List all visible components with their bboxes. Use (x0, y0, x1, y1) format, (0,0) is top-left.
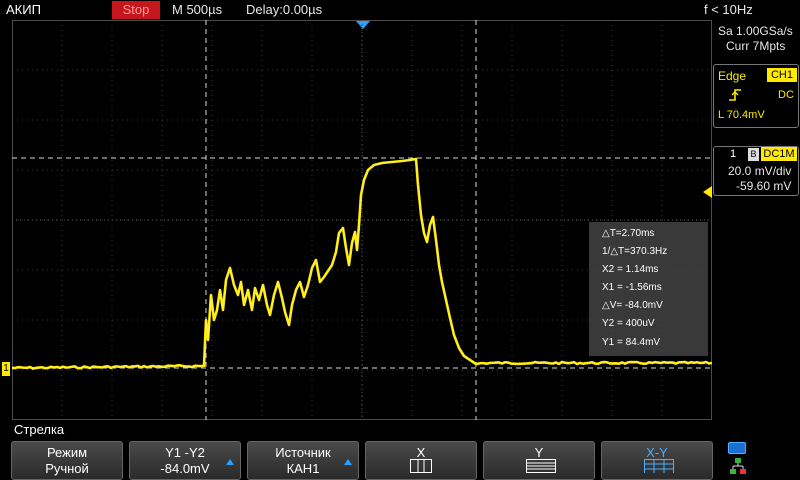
menu-title: Стрелка (14, 422, 65, 437)
trigger-source: CH1 (767, 68, 797, 82)
softkey-source-label: Источник (275, 445, 331, 460)
softkey-xy-label: X-Y (646, 445, 668, 460)
softkey-source-value: КАН1 (286, 461, 320, 476)
trigger-level: L 70.4mV (718, 109, 765, 121)
delay-label[interactable]: Delay:0.00µs (246, 2, 322, 18)
memory-depth: Curr 7Mpts (726, 39, 786, 53)
readout-delta-v: △V= -84.0mV (602, 300, 663, 311)
network-icon (730, 458, 746, 474)
readout-inverse-delta-t: 1/△T=370.3Hz (602, 246, 668, 257)
softkey-mode[interactable]: Режим Ручной (11, 441, 123, 480)
frequency-counter: f < 10Hz (704, 2, 753, 17)
softkey-source[interactable]: Источник КАН1 (247, 441, 359, 480)
adjust-knob-icon (226, 459, 234, 465)
horizontal-cursors-icon (526, 459, 556, 473)
xy-cursors-icon (644, 459, 674, 473)
channel-coupling-badge: DC1M (761, 147, 797, 161)
softkey-x-label: X (416, 445, 426, 460)
trigger-coupling: DC (778, 89, 794, 101)
softkey-y-label: Y (534, 445, 544, 460)
readout-delta-t: △T=2.70ms (602, 228, 655, 239)
readout-y2: Y2 = 400uV (602, 318, 655, 329)
adjust-knob-icon (344, 459, 352, 465)
ch1-ground-marker[interactable]: 1 (2, 362, 10, 376)
readout-x2: X2 = 1.14ms (602, 264, 659, 275)
softkey-mode-label: Режим (46, 445, 88, 460)
softkey-mode-value: Ручной (45, 461, 89, 476)
channel-offset: -59.60 mV (736, 179, 792, 193)
brand-label: АКИП (6, 2, 41, 17)
readout-y1: Y1 = 84.4mV (602, 337, 661, 348)
top-status-bar: АКИП Stop M 500µs Delay:0.00µs f < 10Hz (0, 0, 800, 20)
volts-per-div: 20.0 mV/div (728, 164, 792, 178)
readout-x1: X1 = -1.56ms (602, 282, 662, 293)
trigger-type: Edge (718, 69, 747, 83)
sample-rate: Sa 1.00GSa/s (718, 24, 793, 38)
bandwidth-limit-badge: B (748, 148, 759, 161)
channel-number: 1 (730, 148, 737, 160)
trigger-level-marker-icon[interactable] (703, 186, 712, 198)
softkey-y1-y2-value: -84.0mV (160, 461, 210, 476)
softkey-y1-y2-label: Y1 -Y2 (165, 445, 205, 460)
grid-lines (12, 20, 712, 420)
usb-icon (728, 442, 746, 454)
softkey-x[interactable]: X (365, 441, 477, 480)
graticule (12, 20, 712, 420)
softkey-xy[interactable]: X-Y (601, 441, 713, 480)
timebase-label[interactable]: M 500µs (172, 2, 222, 18)
rising-edge-icon (729, 89, 741, 101)
run-stop-badge[interactable]: Stop (112, 1, 160, 19)
softkey-y[interactable]: Y (483, 441, 595, 480)
vertical-cursors-icon (410, 459, 432, 473)
softkey-y1-y2[interactable]: Y1 -Y2 -84.0mV (129, 441, 241, 480)
